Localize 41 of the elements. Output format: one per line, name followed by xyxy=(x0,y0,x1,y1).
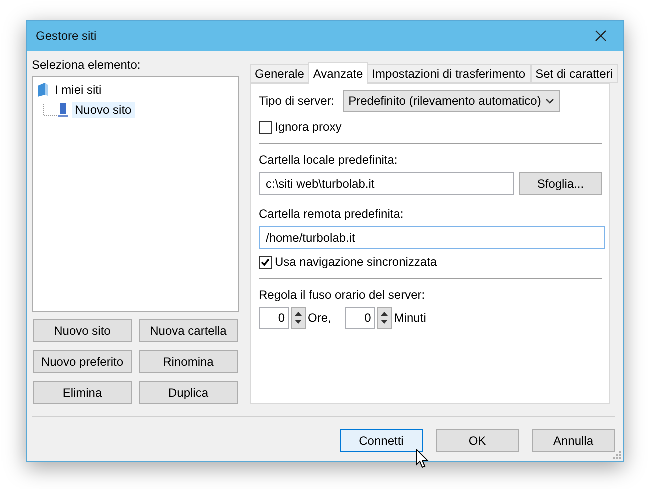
checkbox-label[interactable]: Usa navigazione sincronizzata xyxy=(275,255,438,269)
field-label: Regola il fuso orario del server: xyxy=(259,288,426,302)
remote-folder-field[interactable]: /home/turbolab.it xyxy=(259,226,605,249)
site-action-button[interactable]: Nuova cartella xyxy=(139,319,238,342)
local-folder-field[interactable]: c:\siti web\turbolab.it xyxy=(259,172,514,195)
chevron-down-icon xyxy=(546,98,554,104)
number-field[interactable]: 0 xyxy=(259,307,289,329)
site-action-button[interactable]: Rinomina xyxy=(139,350,238,373)
tree-item[interactable]: I miei siti xyxy=(52,82,105,98)
spin-buttons[interactable] xyxy=(377,307,392,329)
tree-connector xyxy=(43,104,57,116)
server-type-dropdown[interactable]: Predefinito (rilevamento automatico) xyxy=(342,90,560,112)
checkbox[interactable] xyxy=(259,120,272,134)
dialog-button[interactable]: Connetti xyxy=(340,429,423,452)
unit-label: Minuti xyxy=(394,311,426,325)
browse-button[interactable]: Sfoglia... xyxy=(519,172,602,195)
tab[interactable]: Impostazioni di trasferimento xyxy=(367,64,531,83)
tab[interactable]: Generale xyxy=(250,64,310,83)
resize-grip-icon xyxy=(612,450,621,459)
dialog-button[interactable]: OK xyxy=(436,429,519,452)
mouse-pointer-icon xyxy=(416,449,429,469)
checkbox-label[interactable]: Ignora proxy xyxy=(275,120,342,134)
window-title: Gestore siti xyxy=(36,29,97,43)
site-action-button[interactable]: Duplica xyxy=(139,381,238,404)
checkbox[interactable] xyxy=(259,256,272,268)
tree-item[interactable]: Nuovo sito xyxy=(72,102,135,118)
field-label: Cartella locale predefinita: xyxy=(259,153,399,167)
number-field[interactable]: 0 xyxy=(345,307,376,329)
dialog-button[interactable]: Annulla xyxy=(532,429,615,452)
site-action-button[interactable]: Nuovo preferito xyxy=(33,350,132,373)
unit-label: Ore, xyxy=(308,311,332,325)
spin-buttons[interactable] xyxy=(291,307,306,329)
close-icon xyxy=(595,30,607,42)
field-label: Tipo di server: xyxy=(259,94,335,108)
tab[interactable]: Set di caratteri xyxy=(530,64,618,83)
site-action-button[interactable]: Nuovo sito xyxy=(33,319,132,342)
tree-label: Seleziona elemento: xyxy=(32,58,142,72)
field-label: Cartella remota predefinita: xyxy=(259,207,405,221)
server-icon xyxy=(57,102,69,118)
site-action-button[interactable]: Elimina xyxy=(33,381,132,404)
tab[interactable]: Avanzate xyxy=(308,62,368,84)
